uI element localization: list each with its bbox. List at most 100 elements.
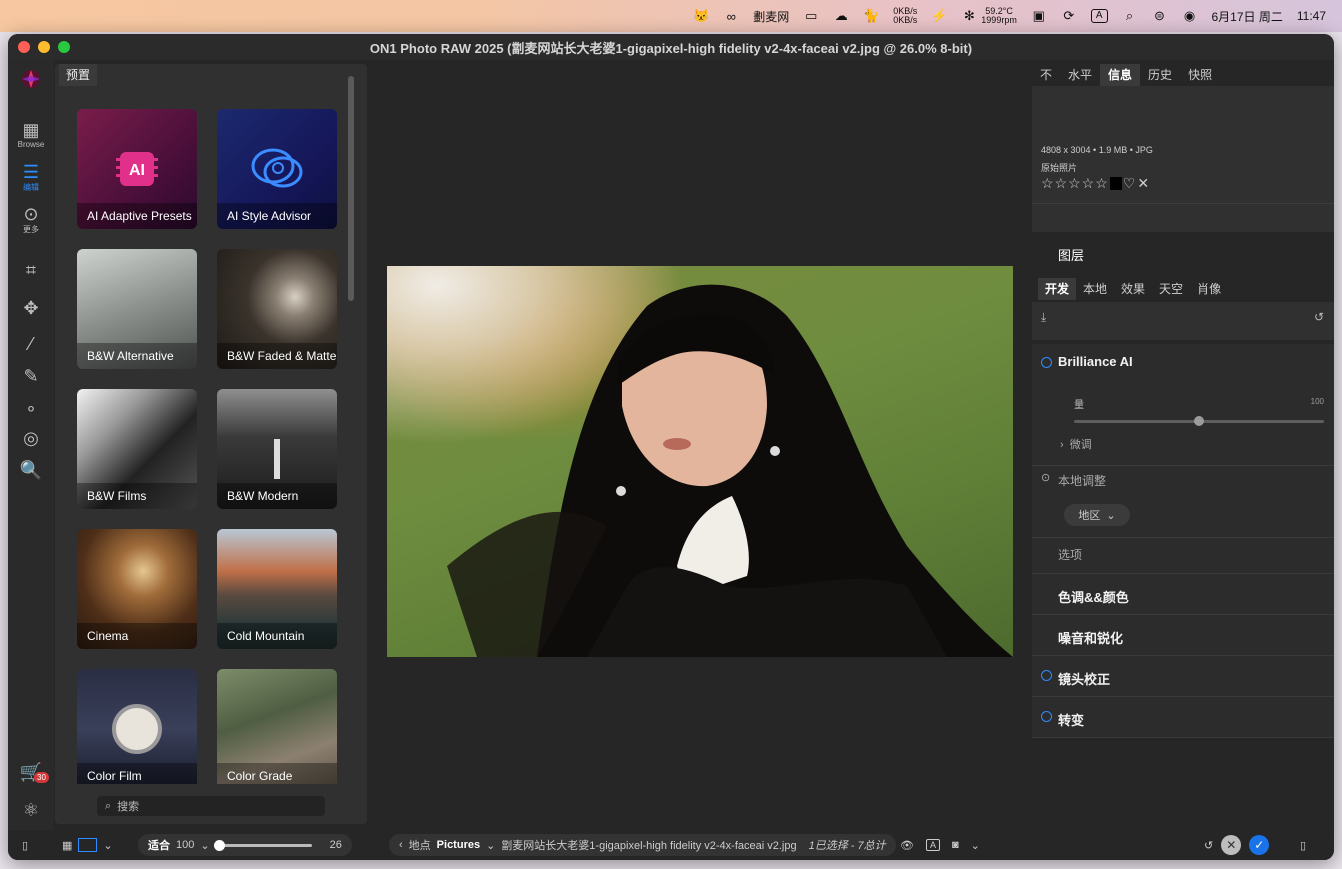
menubar-time[interactable]: 11:47 [1297,9,1326,23]
more-tool[interactable]: ⊙ 更多 [8,204,54,235]
cancel-button[interactable]: ✕ [1221,835,1242,855]
preset-cold-mountain[interactable]: Cold Mountain [217,529,337,649]
options-label[interactable]: 选项 [1058,546,1082,563]
view-chevron-down-icon[interactable]: ⌄ [103,839,112,852]
tab-effects[interactable]: 效果 [1114,278,1152,300]
tab-local[interactable]: 本地 [1076,278,1114,300]
edit-tool[interactable]: ☰ 编辑 [8,162,54,193]
lens-correction-section[interactable]: 镜头校正 [1032,656,1334,697]
region-dropdown[interactable]: 地区 ⌄ [1064,504,1130,526]
sync-icon[interactable]: ⟳ [1061,8,1077,23]
reset-all-icon[interactable]: ↺ [1204,839,1213,852]
cat-icon[interactable]: 🐈 [863,8,879,23]
transform-toggle-icon[interactable] [1041,711,1052,722]
zoom-tool[interactable]: 🔍 [8,460,54,480]
tab-sky[interactable]: 天空 [1152,278,1190,300]
brush-tool[interactable]: ✎ [8,366,54,386]
amount-slider[interactable] [1074,416,1324,426]
brilliance-title[interactable]: Brilliance AI [1058,354,1133,369]
toggle-right-panel-icon[interactable]: ▯ [1300,830,1306,860]
preset-ai-adaptive[interactable]: AI AI Adaptive Presets [77,109,197,229]
tone-color-section[interactable]: 色调&&颜色 [1032,574,1334,615]
move-tool[interactable]: ✥ [8,298,54,318]
close-window-button[interactable] [18,41,30,53]
brilliance-toggle-icon[interactable] [1041,357,1052,368]
grid-view-icon[interactable]: ▦ [62,839,72,852]
preview-eye-icon[interactable]: 👁 [900,839,914,852]
menubar-date[interactable]: 6月17日 周二 [1212,8,1283,25]
save-preset-icon[interactable]: ⤓ [1041,310,1046,325]
fit-button[interactable]: 适合 [148,837,170,853]
control-center-icon[interactable]: ⊜ [1152,8,1168,23]
heart-icon[interactable]: ♡ [1123,175,1137,192]
photos-icon[interactable]: ▣ [1031,8,1047,23]
magic-wand-tool[interactable]: ⁄ [8,334,54,354]
folder-chevron-down-icon[interactable]: ⌄ [486,839,495,852]
network-button[interactable]: ⚛ [8,800,54,820]
search-placeholder: 搜索 [117,801,140,813]
reject-x-icon[interactable]: ✕ [1137,175,1150,192]
spotlight-search-icon[interactable]: ⌕ [1122,8,1138,23]
amount-slider-knob[interactable] [1194,416,1204,426]
display-icon[interactable]: ▭ [803,8,819,23]
text-overlay-icon[interactable]: A [925,839,940,851]
noise-sharpen-section[interactable]: 噪音和锐化 [1032,615,1334,656]
zoom-window-button[interactable] [58,41,70,53]
crop-tool[interactable]: ⌗ [8,260,54,280]
zoom-slider[interactable] [213,839,312,851]
toggles-chevron-down-icon[interactable]: ⌄ [971,839,980,852]
apply-button[interactable]: ✓ [1249,835,1270,855]
preset-cinema[interactable]: Cinema [77,529,197,649]
browse-tool[interactable]: ▦ Browse [8,120,54,149]
fingerprint-tool[interactable]: ◎ [8,428,54,448]
presets-search-input[interactable]: ⌕ 搜索 [97,796,325,816]
reset-icon[interactable]: ↺ [1314,310,1324,324]
tab-history[interactable]: 历史 [1140,64,1180,86]
lens-toggle-icon[interactable] [1041,670,1052,681]
location-label[interactable]: 地点 [409,837,431,853]
zoom-chevron-down-icon[interactable]: ⌄ [200,839,209,852]
layers-title[interactable]: 图层 [1058,245,1084,264]
tab-none[interactable]: 不 [1032,64,1060,86]
transform-section[interactable]: 转变 [1032,697,1334,738]
tab-info[interactable]: 信息 [1100,64,1141,86]
presets-scrollbar[interactable] [348,76,354,301]
network-speed[interactable]: 0KB/s 0KB/s [893,7,917,25]
fan-widget[interactable]: ✻ 59.2°C 1999rpm [961,7,1017,25]
siri-icon[interactable]: ◉ [1182,8,1198,23]
zoom-hand-icon: 🔍 [19,460,43,480]
input-source[interactable]: A [1090,9,1108,23]
tab-portrait[interactable]: 肖像 [1190,278,1228,300]
tab-snapshots[interactable]: 快照 [1180,64,1220,86]
zoom-slider-knob[interactable] [213,839,225,851]
color-label-swatch[interactable] [1109,177,1122,190]
preset-color-film[interactable]: Color Film [77,669,197,784]
mask-icon[interactable]: ◙ [952,839,959,851]
preset-bw-faded-matte[interactable]: B&W Faded & Matte [217,249,337,369]
folder-name[interactable]: Pictures [437,839,480,851]
clone-tool[interactable]: ∘ [8,398,54,418]
preset-bw-films[interactable]: B&W Films [77,389,197,509]
preset-color-grade[interactable]: Color Grade [217,669,337,784]
single-view-icon[interactable] [78,838,98,852]
zoom-value[interactable]: 100 [176,839,194,851]
cat-app-icon[interactable]: 😾 [693,8,709,23]
tab-develop[interactable]: 开发 [1038,278,1077,300]
back-chevron-icon[interactable]: ‹ [399,839,403,851]
cart-button[interactable]: 🛒 30 [8,762,54,783]
app-menu-item[interactable]: ∞ [723,9,739,24]
app-label[interactable]: 劃麦网 [753,8,789,25]
wechat-icon[interactable]: ☁ [833,8,849,23]
local-adjust-icon[interactable]: ⊙ [1041,471,1050,484]
fine-tune-toggle[interactable]: › 微调 [1060,436,1092,452]
toggle-left-panel-icon[interactable]: ▯ [22,830,28,860]
main-photo-canvas[interactable] [387,266,1013,657]
star-rating[interactable]: ☆☆☆☆☆ [1041,175,1109,192]
preset-bw-modern[interactable]: B&W Modern [217,389,337,509]
presets-tab[interactable]: 预置 [59,64,98,86]
preset-bw-alternative[interactable]: B&W Alternative [77,249,197,369]
minimize-window-button[interactable] [38,41,50,53]
tab-level[interactable]: 水平 [1060,64,1100,86]
preset-ai-style-advisor[interactable]: AI Style Advisor [217,109,337,229]
cpu-icon[interactable]: ⚡ [931,8,947,23]
